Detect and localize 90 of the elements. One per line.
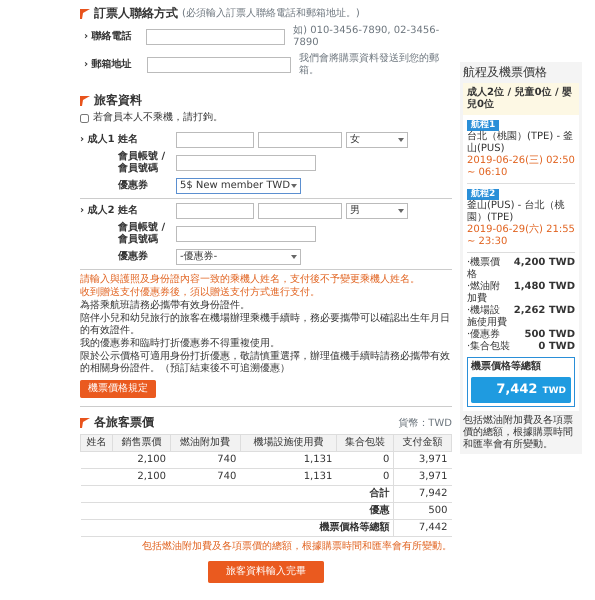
passenger-label: › 成人2 [80,205,116,217]
price-label: ·優惠券 [467,329,500,340]
notice-text: 為搭乘航班請務必攜帶有效身份證件。 [80,300,251,312]
total-label: 機票價格等總額 [471,361,542,374]
table-cell: 2,100 [112,468,170,486]
input-field[interactable] [176,155,316,171]
input-field[interactable] [176,203,254,219]
notice-text: 收到贈送支付優惠券後，須以贈送支付方式進行支付。 [80,287,321,299]
field-note: 如) 010-3456-7890, 02-3456-7890 [293,25,440,49]
coupon-select[interactable]: 5$ New member TWD [176,178,301,194]
summary-label: 機票價格等總額 [319,522,390,533]
price-value: 2,262 TWD [514,305,575,318]
table-cell: 740 [170,452,240,468]
table-cell: 3,971 [394,452,452,468]
field-label: › 聯絡電話 [84,31,133,43]
checkbox-label: 若會員本人不乘機，請打鉤。 [93,112,223,124]
notice-text: 陪伴小兒和幼兒旅行的旅客在機場辦理乘機手續時，務必要攜帶可以確認出生年月日的有效證件。 [80,313,451,337]
field-label: 優惠券 [118,180,149,192]
table-cell: 0 [336,452,394,468]
input-field[interactable] [176,132,254,148]
summary-value: 500 [394,502,452,520]
summary-value: 7,942 [394,486,452,502]
checkbox[interactable] [80,114,89,122]
panel-title: 航程及機票價格 [463,65,548,80]
caret-icon [398,209,404,213]
time-text: 2019-06-26(三) 02:50 ~ 06:10 [467,155,575,180]
column-header: 集合包裝 [336,434,394,452]
route-text: 釜山(PUS) - 台北（桃園）(TPE) [467,200,566,224]
input-field[interactable] [176,226,316,242]
notice-text: 限於公示價格可適用身份打折優惠，敬請慎重選擇，辦理值機手續時請務必攜帶有效的相關身份證件。（預訂結束後不可追溯優惠） [80,351,451,375]
submit-button[interactable]: 旅客資料輸入完畢 [208,561,324,583]
field-label: 姓名 [118,134,139,146]
price-label: ·集合包裝 [467,341,510,354]
input-field[interactable] [258,203,342,219]
flag-icon [80,96,90,106]
field-label: 姓名 [118,205,139,217]
field-label: 優惠券 [118,251,149,263]
column-header: 銷售票價 [112,434,170,452]
table-cell: 740 [170,468,240,486]
input-field[interactable] [146,29,286,45]
segment-badge: 航程2 [467,189,500,200]
flag-icon [80,8,90,18]
panel-note: 包括燃油附加費及各項票價的總額，根據購票時間和匯率會有所變動。 [463,414,574,451]
field-label: 會員帳號 / 會員號碼 [118,222,166,246]
section-title: 旅客資料 [94,93,142,108]
price-value: 4,200 TWD [514,257,575,270]
column-header: 姓名 [80,434,112,452]
total-amount: 7,442 TWD [471,377,571,403]
route-text: 台北（桃園）(TPE) - 釜山(PUS) [467,131,574,155]
column-header: 燃油附加費 [170,434,240,452]
notice-text: 請輸入與護照及身份證內容一致的乘機人姓名，支付後不予變更乘機人姓名。 [80,274,421,286]
column-header: 機場設施使用費 [240,434,336,452]
table-cell: 3,971 [394,468,452,486]
price-value: 1,480 TWD [514,281,575,294]
currency-label: 貨幣：TWD [398,418,452,430]
rules-button[interactable]: 機票價格規定 [80,380,156,398]
gender-select[interactable]: 女 [346,132,408,148]
field-note: 我們會將購票資料發送到您的郵箱。 [299,53,440,77]
caret-icon [398,138,404,142]
fare-note: 包括燃油附加費及各項票價的總額，根據購票時間和匯率會有所變動。 [141,541,452,553]
time-text: 2019-06-29(六) 21:55 ~ 23:30 [467,224,575,248]
price-label: ·機場設施使用費 [467,305,508,328]
passenger-label: › 成人1 [80,134,116,146]
summary-value: 7,442 [394,520,452,536]
gender-select[interactable]: 男 [346,203,408,219]
summary-label: 優惠 [369,505,390,516]
table-cell: 1,131 [240,452,336,468]
section-hint: (必須輸入訂票人聯絡電話和郵箱地址。) [182,8,360,20]
column-header: 支付金額 [394,434,452,452]
segment-badge: 航程1 [467,120,500,132]
input-field[interactable] [258,132,342,148]
field-label: 會員帳號 / 會員號碼 [118,151,166,175]
price-value: 500 TWD [524,329,575,342]
caret-icon [291,184,297,188]
table-cell: 2,100 [112,452,170,468]
notice-text: 我的優惠券和臨時打折優惠券不得重複使用。 [80,338,281,350]
coupon-select[interactable]: -優惠券- [176,249,301,265]
caret-icon [291,255,297,259]
price-label: ·燃油附加費 [467,281,502,304]
input-field[interactable] [147,57,292,73]
flag-icon [80,418,90,428]
field-label: › 郵箱地址 [84,59,133,71]
section-title: 訂票人聯絡方式 [94,6,178,21]
section-title: 各旅客票價 [94,415,154,430]
traveller-count: 成人2位 / 兒童0位 / 嬰兒0位 [463,83,579,116]
summary-label: 合計 [369,488,390,499]
price-value: 0 TWD [538,341,575,354]
table-cell: 1,131 [240,468,336,486]
price-label: ·機票價格 [467,257,502,280]
table-cell: 0 [336,468,394,486]
